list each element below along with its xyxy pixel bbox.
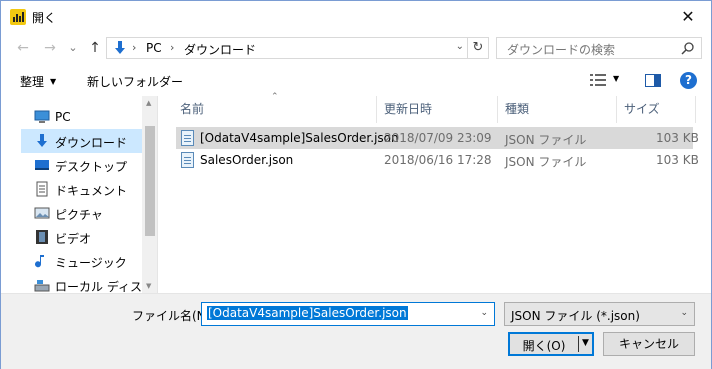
column-header-name[interactable]: 名前 [180, 96, 204, 123]
cancel-button[interactable]: キャンセル [603, 332, 695, 356]
split-divider [578, 336, 579, 352]
recent-locations-icon[interactable]: ⌄ [65, 40, 81, 56]
sidebar-item-label: ドキュメント [55, 184, 128, 198]
downloads-icon [37, 134, 47, 147]
sidebar-item-label: ミュージック [55, 256, 127, 270]
view-dropdown-icon[interactable]: ▼ [613, 74, 619, 83]
sidebar-scrollbar[interactable]: ▲ ▼ [142, 96, 157, 293]
address-dropdown-icon[interactable]: ⌄ [456, 41, 464, 52]
open-button[interactable]: 開く(O) ▼ [508, 332, 594, 356]
sidebar-item-downloads[interactable]: ダウンロード [21, 129, 142, 153]
window-title: 開く [32, 11, 57, 25]
search-placeholder: ダウンロードの検索 [507, 43, 616, 57]
desktop-icon [35, 160, 49, 170]
sidebar-item-pictures[interactable]: ピクチャ [1, 201, 142, 225]
powerbi-icon [10, 9, 26, 25]
preview-pane-icon[interactable] [645, 74, 661, 87]
column-header-modified[interactable]: 更新日時 [384, 96, 432, 123]
disk-icon [34, 280, 50, 292]
sidebar-item-videos[interactable]: ビデオ [1, 225, 142, 249]
column-header-size[interactable]: サイズ [624, 96, 660, 123]
sidebar-item-documents[interactable]: ドキュメント [1, 177, 142, 201]
file-row[interactable]: SalesOrder.json 2018/06/16 17:28 JSON ファ… [176, 149, 699, 171]
breadcrumb-separator: › [170, 41, 175, 54]
open-file-dialog: 開く ✕ ← → ⌄ ↑ › PC › ダウンロード ⌄ ↻ ダウンロードの検索… [0, 0, 712, 369]
documents-icon [36, 181, 48, 197]
download-arrow-icon [115, 41, 125, 54]
navigation-pane: PC ダウンロード デスクトップ ドキュメント ピクチャ ビデオ ミュージック [1, 96, 158, 293]
forward-icon[interactable]: → [42, 40, 58, 56]
json-file-icon [181, 152, 194, 168]
up-folder-icon[interactable]: ↑ [87, 40, 103, 56]
pictures-icon [34, 207, 50, 219]
search-icon [681, 42, 694, 55]
column-header-type[interactable]: 種類 [505, 96, 529, 123]
column-divider[interactable] [695, 96, 696, 123]
organize-menu[interactable]: 整理 ▼ [20, 73, 56, 90]
back-icon[interactable]: ← [15, 40, 31, 56]
filename-value: [OdataV4sample]SalesOrder.json [207, 306, 408, 320]
open-dropdown-icon[interactable]: ▼ [582, 338, 589, 348]
navigation-bar: ← → ⌄ ↑ › PC › ダウンロード ⌄ ↻ ダウンロードの検索 [1, 32, 711, 64]
breadcrumb-downloads[interactable]: ダウンロード [184, 41, 256, 58]
sidebar-item-label: ビデオ [55, 232, 92, 246]
breadcrumb-separator: › [132, 41, 137, 54]
filename-input[interactable]: [OdataV4sample]SalesOrder.json ⌄ [201, 302, 495, 326]
file-size: 103 KB [656, 131, 699, 145]
close-button[interactable]: ✕ [665, 1, 711, 32]
sort-ascending-icon: ⌃ [271, 92, 279, 102]
file-list: ⌃ 名前 更新日時 種類 サイズ [OdataV4sample]SalesOrd… [159, 92, 711, 293]
scrollbar-thumb[interactable] [145, 126, 155, 236]
file-type: JSON ファイル [505, 155, 587, 169]
address-bar[interactable]: › PC › ダウンロード ⌄ ↻ [106, 37, 489, 59]
sidebar-item-local-disk[interactable]: ローカル ディスク (C [1, 273, 157, 293]
file-modified: 2018/07/09 23:09 [384, 131, 492, 145]
breadcrumb-pc[interactable]: PC [146, 41, 162, 55]
new-folder-button[interactable]: 新しいフォルダー [87, 73, 183, 90]
organize-label: 整理 [20, 75, 45, 89]
pc-icon [34, 110, 50, 123]
column-divider[interactable] [497, 96, 498, 123]
scroll-up-icon[interactable]: ▲ [146, 99, 151, 107]
file-name: SalesOrder.json [200, 153, 294, 167]
music-icon [35, 255, 44, 268]
sidebar-item-label: ダウンロード [55, 136, 128, 150]
sidebar-item-desktop[interactable]: デスクトップ [1, 153, 142, 177]
column-divider[interactable] [616, 96, 617, 123]
videos-icon [36, 230, 48, 244]
filetype-select[interactable]: JSON ファイル (*.json) ⌄ [504, 302, 695, 326]
filename-dropdown-icon[interactable]: ⌄ [480, 308, 488, 318]
sidebar-item-music[interactable]: ミュージック [1, 249, 142, 273]
file-type: JSON ファイル [505, 133, 587, 147]
chevron-down-icon: ⌄ [680, 308, 688, 318]
file-size: 103 KB [656, 153, 699, 167]
refresh-icon[interactable]: ↻ [467, 38, 488, 58]
file-modified: 2018/06/16 17:28 [384, 153, 492, 167]
dialog-footer: ファイル名(N): [OdataV4sample]SalesOrder.json… [1, 294, 711, 369]
file-row[interactable]: [OdataV4sample]SalesOrder.json 2018/07/0… [176, 127, 699, 149]
title-bar: 開く ✕ [1, 1, 711, 32]
column-divider[interactable] [376, 96, 377, 123]
sidebar-item-label: ピクチャ [55, 208, 103, 222]
sidebar-item-label: デスクトップ [55, 160, 128, 174]
sidebar-item-label: PC [55, 110, 71, 124]
file-name: [OdataV4sample]SalesOrder.json [200, 131, 399, 145]
close-icon: ✕ [681, 7, 695, 26]
help-icon[interactable]: ? [680, 72, 697, 89]
command-bar: 整理 ▼ 新しいフォルダー ▼ ? [1, 64, 711, 96]
json-file-icon [181, 130, 194, 146]
caret-down-icon: ▼ [50, 77, 57, 86]
open-button-label: 開く(O) [522, 339, 566, 353]
view-options-icon[interactable] [590, 74, 606, 86]
filetype-value: JSON ファイル (*.json) [511, 309, 640, 323]
search-box[interactable]: ダウンロードの検索 [496, 37, 702, 59]
sidebar-item-pc[interactable]: PC [1, 105, 142, 129]
scroll-down-icon[interactable]: ▼ [146, 282, 151, 290]
